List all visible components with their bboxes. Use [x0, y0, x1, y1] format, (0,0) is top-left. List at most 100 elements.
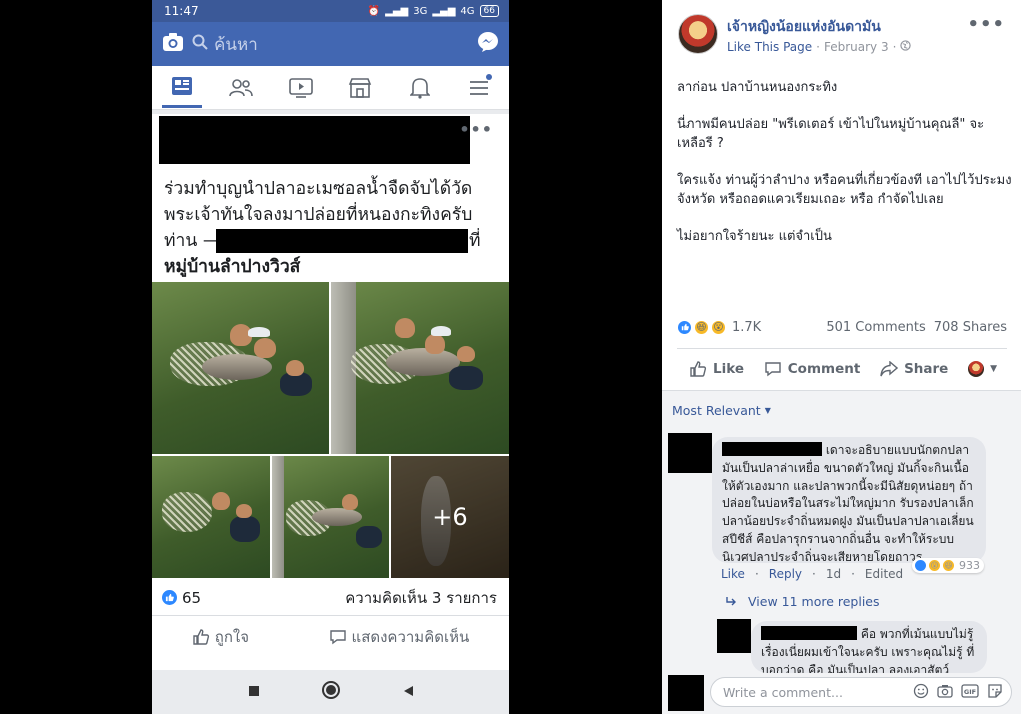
- news-feed-icon: [171, 77, 192, 95]
- alarm-icon: ⏰: [367, 5, 381, 17]
- post-comment-button[interactable]: แสดงความคิดเห็น: [329, 625, 469, 649]
- tab-friends[interactable]: [221, 68, 261, 108]
- react-as-selector[interactable]: ▼: [968, 360, 997, 377]
- post-paragraph: ใครแจ้ง ท่านผู้ว่าลำปาง หรือคนที่เกี่ยวข…: [677, 173, 1012, 207]
- wow-reaction-icon: 😮: [711, 319, 726, 335]
- post-date[interactable]: February 3: [824, 40, 889, 54]
- post-options-icon[interactable]: •••: [459, 120, 493, 139]
- comment-avatar-redacted[interactable]: [668, 433, 712, 473]
- status-bar: 11:47 ⏰ ▂▄▆ 3G ▂▄▆ 4G 66: [152, 0, 509, 22]
- camera-icon[interactable]: [937, 684, 953, 701]
- camera-icon[interactable]: [162, 32, 184, 56]
- post-action-bar: Like Comment Share ▼: [677, 348, 1007, 388]
- post-like-count[interactable]: 65: [182, 589, 201, 607]
- post-line-3-end: ที่: [469, 231, 481, 251]
- post-options-icon[interactable]: •••: [967, 14, 1005, 35]
- comment-composer: Write a comment... GIF: [662, 673, 1021, 714]
- share-count[interactable]: 708 Shares: [934, 320, 1007, 335]
- comment-reactions[interactable]: 😮 😆 933: [912, 558, 984, 573]
- photo-4[interactable]: [272, 456, 389, 578]
- post-detail-panel: เจ้าหญิงน้อยแห่งอันดามัน Like This Page …: [662, 0, 1021, 714]
- reaction-summary[interactable]: 😆 😮 1.7K: [677, 319, 762, 335]
- like-button[interactable]: Like: [689, 360, 744, 378]
- emoji-icon[interactable]: [913, 683, 929, 702]
- post-reaction-bar: 65 ความคิดเห็น 3 รายการ: [152, 580, 509, 616]
- reply-arrow-icon: [726, 594, 738, 609]
- comment-like-link[interactable]: Like: [721, 567, 745, 581]
- page-avatar[interactable]: [678, 14, 718, 54]
- comment-bubble: เดาจะอธิบายแบบนักตกปลา มันเป็นปลาล่าเหยื…: [712, 437, 986, 564]
- thumbs-up-icon: [193, 629, 209, 645]
- comment-sort-dropdown[interactable]: Most Relevant ▼: [672, 403, 771, 418]
- like-reaction-icon: [914, 559, 927, 572]
- like-reaction-icon: [677, 319, 692, 335]
- comment-icon: [765, 361, 781, 376]
- like-page-link[interactable]: Like This Page: [727, 40, 812, 54]
- marketplace-icon: [349, 77, 372, 98]
- photo-3[interactable]: [152, 456, 270, 578]
- signal-icon: ▂▄▆: [385, 5, 409, 17]
- thumbs-up-icon: [690, 360, 707, 377]
- composer-avatar-redacted: [668, 675, 704, 711]
- comment-text: เดาจะอธิบายแบบนักตกปลา มันเป็นปลาล่าเหยื…: [722, 443, 974, 564]
- reply-avatar-redacted[interactable]: [717, 619, 751, 653]
- photo-1[interactable]: [152, 282, 329, 454]
- network-label-2: 4G: [460, 5, 475, 17]
- search-input[interactable]: ค้นหา: [192, 31, 469, 57]
- android-nav-bar: [152, 670, 509, 714]
- watch-icon: [288, 77, 313, 98]
- comments-section: Most Relevant ▼ เดาจะอธิบายแบบนักตกปลา ม…: [662, 390, 1021, 714]
- globe-icon: [900, 40, 912, 54]
- back-icon[interactable]: [401, 683, 415, 702]
- network-label: 3G: [413, 5, 428, 17]
- more-photos-overlay: +6: [391, 456, 509, 578]
- chevron-down-icon: ▼: [990, 363, 997, 374]
- comment-reaction-count: 933: [959, 559, 980, 572]
- page-name[interactable]: เจ้าหญิงน้อยแห่งอันดามัน: [727, 16, 881, 38]
- tab-menu[interactable]: [459, 68, 499, 108]
- post-stats: 😆 😮 1.7K 501 Comments 708 Shares: [677, 318, 1007, 336]
- tab-notifications[interactable]: [400, 68, 440, 108]
- post-line-2: พระเจ้าทันใจลงมาปล่อยที่หนองกะทิงครับ: [164, 205, 473, 225]
- share-icon: [880, 360, 899, 376]
- post-paragraph: ไม่อยากใจร้ายนะ แต่จำเป็น: [677, 229, 832, 244]
- shared-post: ••• ร่วมทำบุญนำปลาอะเมซอลน้ำจืดจับได้วัด…: [152, 114, 509, 670]
- comment-edited[interactable]: Edited: [865, 567, 903, 581]
- comment-button[interactable]: Comment: [764, 360, 860, 378]
- view-more-replies[interactable]: View 11 more replies: [726, 594, 880, 609]
- phone-screenshot: 11:47 ⏰ ▂▄▆ 3G ▂▄▆ 4G 66 ค้นหา ••• ร่วมท…: [152, 0, 509, 714]
- post-text: ร่วมทำบุญนำปลาอะเมซอลน้ำจืดจับได้วัด พระ…: [164, 176, 504, 280]
- reply-bubble: คือ พวกที่เม้นแบบไม่รู้เรื่องเนี่ยผมเข้า…: [751, 621, 987, 673]
- post-like-button[interactable]: ถูกใจ: [192, 625, 249, 649]
- page-avatar-small: [968, 360, 985, 377]
- share-button[interactable]: Share: [880, 360, 948, 377]
- photo-5-more[interactable]: +6: [391, 456, 509, 578]
- recents-icon[interactable]: [247, 683, 261, 702]
- redacted-tag: [216, 229, 468, 253]
- home-icon[interactable]: [321, 680, 341, 704]
- post-line-1: ร่วมทำบุญนำปลาอะเมซอลน้ำจืดจับได้วัด: [164, 179, 473, 199]
- svg-text:GIF: GIF: [964, 688, 976, 696]
- comment-time[interactable]: 1d: [826, 567, 841, 581]
- post-paragraph: นี่ภาพมีคนปล่อย "พรีเดเตอร์ เข้าไปในหมู่…: [677, 117, 985, 151]
- sticker-icon[interactable]: [987, 683, 1003, 702]
- write-comment-input[interactable]: Write a comment... GIF: [710, 677, 1012, 707]
- search-icon: [192, 34, 208, 55]
- photo-2[interactable]: [331, 282, 509, 454]
- post-line-3-start: ท่าน —: [164, 231, 221, 251]
- caret-down-icon: ▼: [764, 406, 771, 415]
- tab-marketplace[interactable]: [340, 68, 380, 108]
- messenger-icon[interactable]: [477, 31, 499, 57]
- photo-grid: +6: [152, 282, 509, 578]
- search-placeholder: ค้นหา: [214, 34, 258, 55]
- tab-watch[interactable]: [281, 68, 321, 108]
- comment-reply-link[interactable]: Reply: [769, 567, 802, 581]
- tab-news-feed[interactable]: [161, 68, 202, 108]
- comment-actions: Like · Reply · 1d · Edited: [721, 567, 904, 581]
- post-comment-count[interactable]: ความคิดเห็น 3 รายการ: [345, 586, 497, 610]
- comment-count[interactable]: 501 Comments: [826, 320, 925, 335]
- redacted-author: [159, 116, 470, 164]
- bell-icon: [409, 77, 430, 99]
- reaction-count: 1.7K: [732, 319, 762, 335]
- gif-icon[interactable]: GIF: [961, 683, 979, 701]
